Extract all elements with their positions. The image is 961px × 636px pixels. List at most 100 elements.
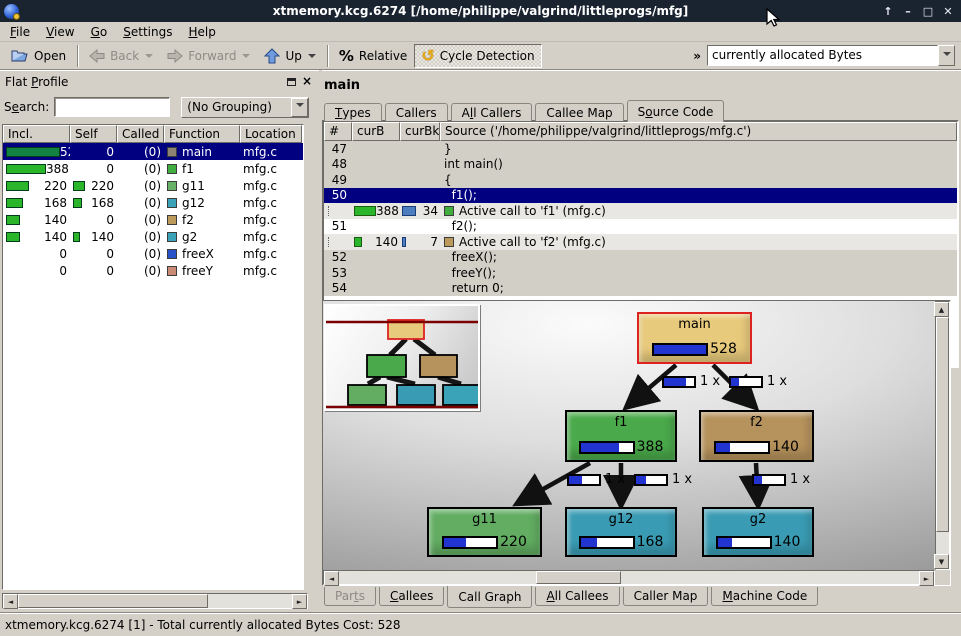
column-header-incl-[interactable]: Incl.	[3, 125, 70, 143]
tab-all-callers[interactable]: All Callers	[451, 103, 533, 121]
column-header-function[interactable]: Function	[164, 125, 240, 143]
call-graph-canvas[interactable]: main528 f1388 f2140 g11220 g12168 g2140 1 x 1 x…	[324, 302, 934, 569]
scrollbar-thumb[interactable]	[18, 594, 208, 608]
graph-node-f2[interactable]: f2140	[699, 410, 814, 462]
scroll-right-icon[interactable]: ►	[919, 571, 934, 586]
graph-node-main[interactable]: main528	[637, 312, 752, 364]
node-cost-value: 168	[637, 534, 664, 550]
call-graph-pane[interactable]: main528 f1388 f2140 g11220 g12168 g2140 1 x 1 x…	[322, 300, 951, 586]
grouping-combobox[interactable]: (No Grouping)	[181, 97, 309, 118]
open-button[interactable]: Open	[4, 44, 73, 68]
edge-call-count: 1 x	[605, 472, 625, 487]
tab-all-callees[interactable]: All Callees	[535, 587, 619, 606]
status-text: xtmemory.kcg.6274 [1] - Total currently …	[5, 618, 400, 632]
table-row-main[interactable]: 5280(0)mainmfg.c	[3, 143, 303, 160]
source-line-row[interactable]: 54 return 0;	[324, 281, 957, 297]
grouping-dropdown-button[interactable]	[291, 98, 308, 117]
source-line-row[interactable]: 48int main()	[324, 157, 957, 173]
close-button[interactable]: ✕	[939, 3, 957, 19]
self-value: 0	[106, 264, 114, 278]
table-row-g2[interactable]: 140140(0)g2mfg.c	[3, 228, 303, 245]
edge-label-f1-g11[interactable]: 1 x	[567, 472, 625, 487]
source-line-row[interactable]: 52 freeX();	[324, 250, 957, 266]
tab-machine-code[interactable]: Machine Code	[711, 587, 818, 606]
table-row-g12[interactable]: 168168(0)g12mfg.c	[3, 194, 303, 211]
graph-vscrollbar[interactable]: ▲ ▼	[935, 301, 950, 570]
dock-title-bar[interactable]: Flat Profile ×	[2, 73, 315, 90]
event-type-combobox[interactable]: currently allocated Bytes	[707, 45, 955, 66]
scroll-left-icon[interactable]: ◄	[324, 571, 339, 586]
function-color-swatch	[167, 164, 177, 174]
search-input[interactable]	[54, 97, 170, 117]
flat-profile-hscrollbar[interactable]: ◄ ►	[2, 593, 308, 609]
float-dock-icon[interactable]	[287, 78, 296, 86]
tab-call-graph[interactable]: Call Graph	[447, 586, 532, 608]
table-row-freey[interactable]: 00(0)freeYmfg.c	[3, 262, 303, 279]
table-row-f1[interactable]: 3880(0)f1mfg.c	[3, 160, 303, 177]
source-line-row[interactable]: 49{	[324, 172, 957, 188]
tab-source-code[interactable]: Source Code	[627, 100, 725, 122]
menu-item-go[interactable]: Go	[83, 23, 116, 41]
tab-callees[interactable]: Callees	[379, 587, 444, 606]
maximize-button[interactable]: □	[919, 3, 937, 19]
table-row-f2[interactable]: 1400(0)f2mfg.c	[3, 211, 303, 228]
column-header-self[interactable]: Self	[70, 125, 117, 143]
menu-item-help[interactable]: Help	[180, 23, 223, 41]
tab-callers[interactable]: Callers	[385, 103, 448, 121]
scroll-right-icon[interactable]: ►	[292, 594, 307, 609]
source-call-row[interactable]: 1407Active call to 'f2' (mfg.c)	[324, 234, 957, 250]
graph-node-g2[interactable]: g2140	[702, 507, 814, 557]
tab-parts[interactable]: Parts	[324, 587, 376, 606]
up-button[interactable]: Up	[257, 44, 322, 68]
source-line-row[interactable]: 47}	[324, 141, 957, 157]
graph-overview-minimap[interactable]	[324, 304, 480, 411]
menu-item-view[interactable]: View	[38, 23, 82, 41]
minimize-button[interactable]: –	[899, 3, 917, 19]
search-label: Search:	[4, 100, 49, 114]
title-bar[interactable]: xtmemory.kcg.6274 [/home/philippe/valgri…	[0, 0, 961, 22]
line-number: 47	[324, 141, 352, 157]
tab-callee-map[interactable]: Callee Map	[535, 103, 623, 121]
source-line-row[interactable]: 53 freeY();	[324, 265, 957, 281]
source-column-header[interactable]: curBk	[400, 122, 440, 141]
tab-types[interactable]: Types	[324, 103, 382, 121]
menu-item-file[interactable]: File	[2, 23, 38, 41]
relative-toggle-button[interactable]: % Relative	[332, 44, 414, 68]
shade-button[interactable]: ↑	[879, 3, 897, 19]
table-row-freex[interactable]: 00(0)freeXmfg.c	[3, 245, 303, 262]
table-row-g11[interactable]: 220220(0)g11mfg.c	[3, 177, 303, 194]
scroll-left-icon[interactable]: ◄	[3, 594, 18, 609]
chevron-down-icon	[296, 103, 304, 111]
edge-label-f2-g2[interactable]: 1 x	[752, 472, 810, 487]
source-column-header[interactable]: curB	[352, 122, 400, 141]
event-type-dropdown-button[interactable]	[938, 45, 955, 66]
close-dock-icon[interactable]: ×	[302, 77, 312, 86]
edge-label-f1-g12[interactable]: 1 x	[634, 472, 692, 487]
scroll-down-icon[interactable]: ▼	[934, 554, 949, 569]
edge-label-main-f1[interactable]: 1 x	[662, 374, 720, 389]
graph-hscrollbar[interactable]: ◄ ►	[323, 570, 935, 585]
source-line-row[interactable]: 51 f2();	[324, 219, 957, 235]
graph-node-f1[interactable]: f1388	[565, 410, 677, 462]
cycle-detection-toggle-button[interactable]: ↺ Cycle Detection	[414, 44, 541, 68]
source-call-row[interactable]: 38834Active call to 'f1' (mfg.c)	[324, 203, 957, 219]
self-value: 0	[106, 145, 114, 159]
forward-button[interactable]: Forward	[160, 44, 257, 68]
scrollbar-thumb[interactable]	[536, 571, 621, 584]
graph-node-g11[interactable]: g11220	[427, 507, 542, 557]
source-line-row[interactable]: 50 f1();	[324, 188, 957, 204]
menu-item-settings[interactable]: Settings	[115, 23, 180, 41]
tab-caller-map[interactable]: Caller Map	[623, 587, 709, 606]
scrollbar-thumb[interactable]	[936, 317, 949, 532]
toolbar-overflow-chevron[interactable]: »	[687, 49, 707, 63]
back-button[interactable]: Back	[82, 44, 160, 68]
column-header-called[interactable]: Called	[117, 125, 164, 143]
graph-node-g12[interactable]: g12168	[565, 507, 677, 557]
location-value: mfg.c	[243, 247, 277, 261]
line-number: 54	[324, 281, 352, 297]
scroll-up-icon[interactable]: ▲	[934, 302, 949, 317]
edge-label-main-f2[interactable]: 1 x	[729, 374, 787, 389]
source-column-header[interactable]: #	[324, 122, 352, 141]
location-value: mfg.c	[243, 179, 277, 193]
column-header-location[interactable]: Location	[240, 125, 302, 143]
